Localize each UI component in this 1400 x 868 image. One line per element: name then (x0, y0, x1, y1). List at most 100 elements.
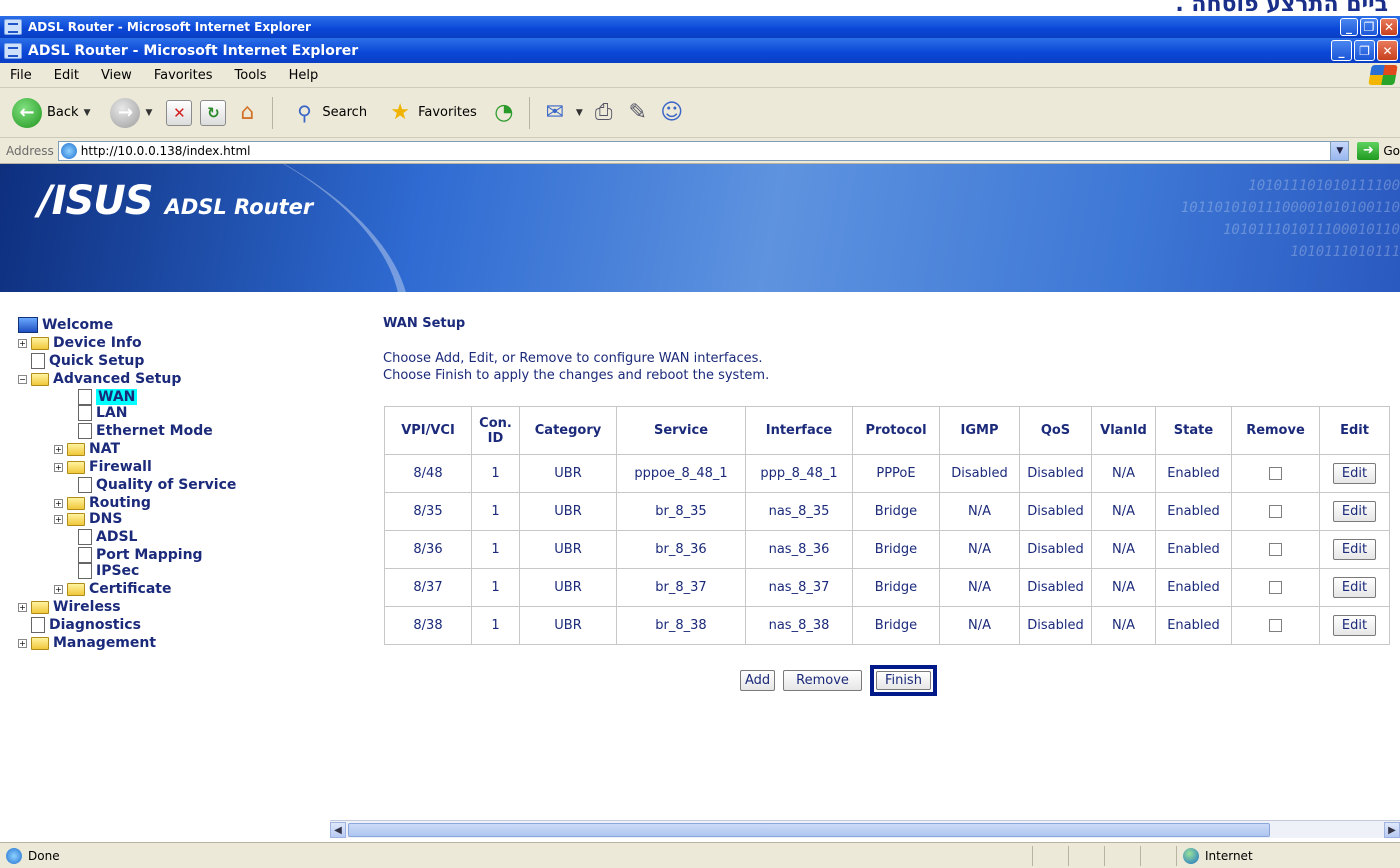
toolbar-separator (272, 96, 274, 129)
tree-item-lan[interactable]: LAN (78, 404, 127, 422)
edit-button[interactable]: Edit (1332, 577, 1377, 598)
remove-checkbox[interactable] (1269, 467, 1282, 480)
cell-category: UBR (519, 568, 617, 607)
remove-button[interactable]: Remove (783, 670, 862, 691)
tree-item-dns[interactable]: + DNS (54, 510, 122, 528)
expand-icon[interactable]: + (18, 638, 27, 648)
cell-qos: Disabled (1019, 454, 1092, 493)
menu-edit[interactable]: Edit (54, 68, 79, 83)
expand-icon[interactable]: + (54, 584, 63, 594)
home-icon[interactable]: ⌂ (234, 100, 260, 126)
column-header: Protocol (852, 406, 940, 455)
chevron-down-icon[interactable]: ▼ (576, 108, 583, 118)
horizontal-scrollbar[interactable]: ◀ ▶ (330, 820, 1400, 838)
folder-icon (67, 512, 85, 526)
expand-icon[interactable]: + (54, 444, 63, 454)
status-bar: Done Internet (0, 842, 1400, 868)
tree-item-ethernet-mode[interactable]: Ethernet Mode (78, 422, 213, 440)
back-button[interactable]: ← Back ▼ (6, 94, 96, 132)
status-cell (1140, 845, 1176, 866)
tree-item-firewall[interactable]: + Firewall (54, 458, 152, 476)
scroll-left-icon[interactable]: ◀ (330, 822, 346, 838)
remove-checkbox[interactable] (1269, 505, 1282, 518)
go-button[interactable]: ➜ Go (1357, 141, 1400, 160)
restore-icon[interactable]: ❐ (1354, 40, 1375, 61)
expand-icon[interactable]: + (54, 462, 63, 472)
wan-interfaces-table: VPI/VCI Con. ID Category Service Interfa… (384, 406, 1390, 645)
edit-page-icon[interactable]: ✎ (625, 100, 651, 126)
chevron-down-icon[interactable]: ▼ (145, 108, 152, 118)
cell-vlanid: N/A (1091, 568, 1156, 607)
tree-item-advanced-setup[interactable]: − Advanced Setup (18, 370, 181, 388)
document-icon (78, 529, 92, 545)
go-arrow-icon: ➜ (1357, 141, 1380, 160)
edit-button[interactable]: Edit (1332, 501, 1377, 522)
edit-button[interactable]: Edit (1332, 615, 1377, 636)
tree-item-quick-setup[interactable]: Quick Setup (31, 352, 144, 370)
asus-logo: /ISUS (38, 178, 154, 224)
minimize-icon[interactable]: _ (1340, 18, 1358, 36)
tree-item-certificate[interactable]: + Certificate (54, 580, 171, 598)
folder-icon (67, 442, 85, 456)
search-button[interactable]: ⚲ Search (285, 96, 373, 130)
collapse-icon[interactable]: − (18, 374, 27, 384)
favorites-button[interactable]: ★ Favorites (381, 96, 483, 130)
scroll-right-icon[interactable]: ▶ (1384, 822, 1400, 838)
edit-button[interactable]: Edit (1332, 539, 1377, 560)
close-icon[interactable]: ✕ (1380, 18, 1398, 36)
remove-checkbox[interactable] (1269, 543, 1282, 556)
ie-page-icon (6, 847, 22, 864)
cell-igmp: N/A (939, 492, 1020, 531)
close-icon[interactable]: ✕ (1377, 40, 1398, 61)
tree-item-nat[interactable]: + NAT (54, 440, 120, 458)
finish-button[interactable]: Finish (875, 671, 931, 690)
expand-icon[interactable]: + (18, 338, 27, 348)
history-icon[interactable]: ◔ (491, 100, 517, 126)
minimize-icon[interactable]: _ (1331, 40, 1352, 61)
ie-window-icon (4, 19, 22, 35)
scrollbar-thumb[interactable] (348, 823, 1270, 837)
expand-icon[interactable]: + (54, 514, 63, 524)
cell-interface: nas_8_36 (745, 530, 853, 569)
banner-product-name: ADSL Router (164, 195, 314, 219)
expand-icon[interactable]: + (18, 602, 27, 612)
restore-icon[interactable]: ❐ (1360, 18, 1378, 36)
print-icon[interactable]: ⎙ (591, 100, 617, 126)
menu-file[interactable]: File (10, 68, 32, 83)
tree-item-wireless[interactable]: + Wireless (18, 598, 121, 616)
edit-button[interactable]: Edit (1332, 463, 1377, 484)
menu-tools[interactable]: Tools (235, 68, 267, 83)
messenger-icon[interactable]: ☺ (659, 100, 685, 126)
tree-item-diagnostics[interactable]: Diagnostics (31, 616, 141, 634)
address-input[interactable]: http://10.0.0.138/index.html ▼ (57, 140, 1350, 161)
banner-binary-text: 101011101010111100 (1248, 178, 1400, 194)
cell-category: UBR (519, 492, 617, 531)
folder-icon (67, 460, 85, 474)
computer-icon (18, 317, 38, 333)
cell-edit: Edit (1319, 530, 1390, 569)
menu-favorites[interactable]: Favorites (154, 68, 213, 83)
mail-icon[interactable]: ✉ (542, 100, 568, 126)
remove-checkbox[interactable] (1269, 619, 1282, 632)
stop-icon[interactable]: ✕ (166, 99, 193, 126)
menu-view[interactable]: View (101, 68, 132, 83)
tree-item-device-info[interactable]: + Device Info (18, 334, 142, 352)
tree-item-management[interactable]: + Management (18, 634, 156, 652)
chevron-down-icon[interactable]: ▼ (84, 108, 91, 118)
address-url: http://10.0.0.138/index.html (80, 143, 251, 158)
remove-checkbox[interactable] (1269, 581, 1282, 594)
expand-icon[interactable]: + (54, 498, 63, 508)
menu-help[interactable]: Help (289, 68, 319, 83)
refresh-icon[interactable]: ↻ (200, 99, 227, 126)
add-button[interactable]: Add (740, 670, 776, 691)
chevron-down-icon[interactable]: ▼ (1330, 141, 1349, 160)
address-label: Address (6, 143, 54, 158)
page-title: WAN Setup (383, 316, 466, 331)
tree-item-adsl[interactable]: ADSL (78, 528, 137, 546)
tree-item-welcome[interactable]: Welcome (18, 316, 113, 334)
column-header: VPI/VCI (384, 406, 472, 455)
banner-binary-text: 101011101011100010110 (1222, 222, 1400, 238)
tree-item-quality-of-service[interactable]: Quality of Service (78, 476, 236, 494)
forward-button[interactable]: → ▼ (104, 94, 158, 132)
tree-item-ipsec[interactable]: IPSec (78, 562, 139, 580)
